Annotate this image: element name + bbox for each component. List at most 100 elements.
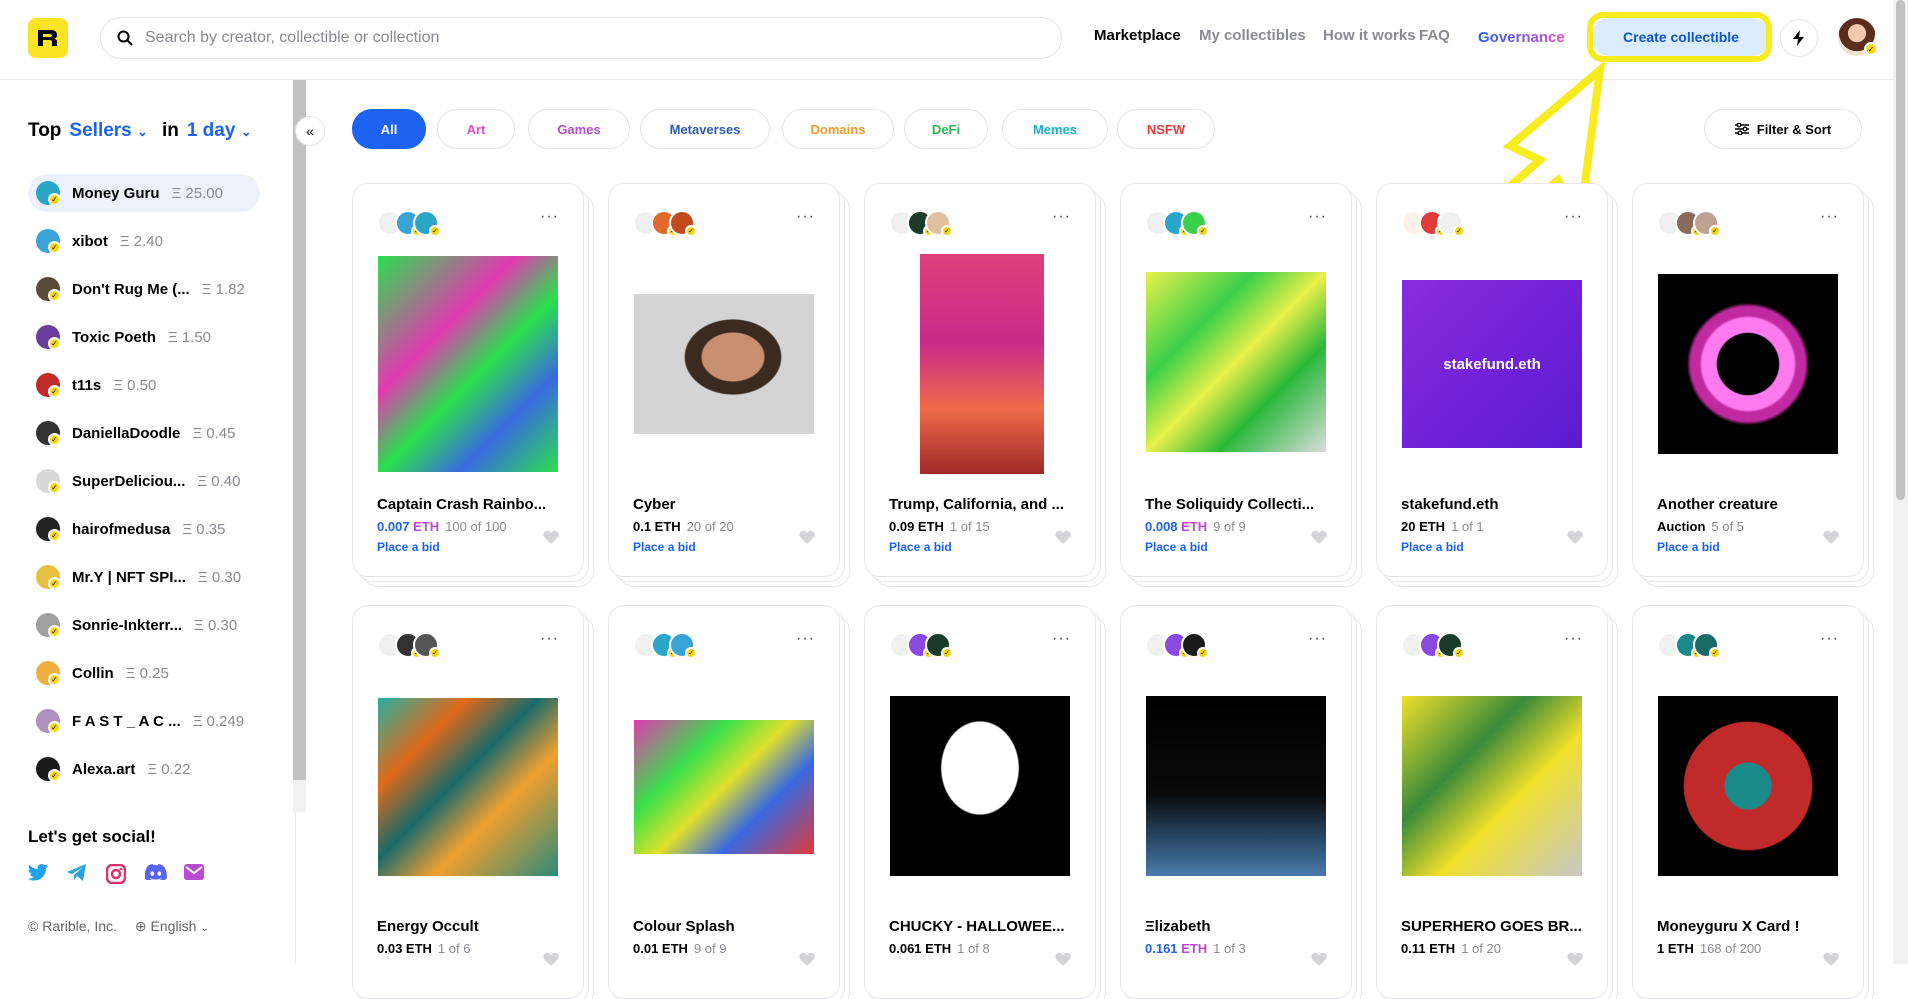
heart-icon[interactable] [1823, 530, 1839, 544]
collectible-image[interactable] [1402, 696, 1582, 876]
collectible-title[interactable]: Energy Occult [377, 918, 561, 935]
more-options-icon[interactable]: ··· [1308, 208, 1327, 226]
owner-avatar[interactable]: ✓ [925, 210, 953, 237]
collectible-title[interactable]: Cyber [633, 496, 817, 513]
collectible-title[interactable]: Moneyguru X Card ! [1657, 918, 1841, 935]
owner-avatar[interactable]: ✓ [1437, 632, 1465, 659]
collectible-card[interactable]: ✓✓ ··· Ξlizabeth 0.161 ETH 1 of 3 [1120, 605, 1352, 999]
filter-pill-all[interactable]: All [352, 109, 426, 149]
collectible-image[interactable] [378, 256, 558, 472]
collectible-title[interactable]: stakefund.eth [1401, 496, 1585, 513]
owner-avatar[interactable]: ✓ [413, 632, 441, 659]
owner-avatar[interactable]: ✓ [1437, 210, 1465, 237]
filter-pill-art[interactable]: Art [437, 109, 515, 149]
more-options-icon[interactable]: ··· [1052, 630, 1071, 648]
seller-item[interactable]: ✓ Toxic Poeth Ξ 1.50 [28, 318, 260, 356]
collectible-card[interactable]: ✓✓ ··· Energy Occult 0.03 ETH 1 of 6 [352, 605, 584, 999]
heart-icon[interactable] [1055, 530, 1071, 544]
collectible-title[interactable]: The Soliquidy Collecti... [1145, 496, 1329, 513]
seller-item[interactable]: ✓ hairofmedusa Ξ 0.35 [28, 510, 260, 548]
collectible-image[interactable] [1658, 696, 1838, 876]
seller-item[interactable]: ✓ Don't Rug Me (... Ξ 1.82 [28, 270, 260, 308]
owner-avatar[interactable]: ✓ [1693, 632, 1721, 659]
collectible-image[interactable] [634, 294, 814, 434]
language-selector[interactable]: ⊕ English ⌄ [135, 918, 209, 935]
seller-item[interactable]: ✓ xibot Ξ 2.40 [28, 222, 260, 260]
collectible-card[interactable]: ✓✓ ··· stakefund.eth stakefund.eth 20 ETH 1 o… [1376, 183, 1608, 577]
seller-item[interactable]: ✓ Alexa.art Ξ 0.22 [28, 750, 260, 788]
more-options-icon[interactable]: ··· [540, 630, 559, 648]
place-bid-link[interactable]: Place a bid [1657, 540, 1720, 554]
nav-my-collectibles[interactable]: My collectibles [1199, 27, 1306, 44]
owner-avatar[interactable]: ✓ [669, 632, 697, 659]
seller-item[interactable]: ✓ Sonrie-Inkterr... Ξ 0.30 [28, 606, 260, 644]
more-options-icon[interactable]: ··· [540, 208, 559, 226]
search-input[interactable] [145, 29, 1025, 47]
collectible-card[interactable]: ✓✓ ··· SUPERHERO GOES BR... 0.11 ETH 1 of 20 [1376, 605, 1608, 999]
seller-item[interactable]: ✓ Money Guru Ξ 25.00 [28, 174, 260, 212]
collectible-card[interactable]: ✓✓ ··· Trump, California, and ... 0.09 ETH 1… [864, 183, 1096, 577]
filter-pill-defi[interactable]: DeFi [904, 109, 988, 149]
collectible-image[interactable] [1658, 274, 1838, 454]
nav-governance[interactable]: Governance [1478, 29, 1565, 46]
nav-faq[interactable]: FAQ [1419, 27, 1450, 44]
owner-avatar[interactable]: ✓ [1693, 210, 1721, 237]
owner-avatar[interactable]: ✓ [413, 210, 441, 237]
discord-icon[interactable] [144, 864, 167, 884]
collectible-image[interactable]: stakefund.eth [1402, 280, 1582, 448]
nav-marketplace[interactable]: Marketplace [1094, 27, 1181, 44]
collectible-image[interactable] [378, 698, 558, 876]
heart-icon[interactable] [1311, 530, 1327, 544]
place-bid-link[interactable]: Place a bid [1145, 540, 1208, 554]
filter-pill-metaverses[interactable]: Metaverses [640, 109, 770, 149]
collectible-image[interactable] [1146, 272, 1326, 452]
collectible-image[interactable] [890, 696, 1070, 876]
collectible-image[interactable] [634, 720, 814, 854]
telegram-icon[interactable] [67, 864, 87, 884]
activity-button[interactable] [1780, 19, 1818, 57]
collectible-card[interactable]: ✓✓ ··· Captain Crash Rainbo... 0.007 ETH 100… [352, 183, 584, 577]
owner-avatar[interactable]: ✓ [669, 210, 697, 237]
create-collectible-button[interactable]: Create collectible [1591, 18, 1771, 56]
collectible-title[interactable]: Captain Crash Rainbo... [377, 496, 561, 513]
twitter-icon[interactable] [28, 864, 48, 884]
place-bid-link[interactable]: Place a bid [889, 540, 952, 554]
sellers-dropdown[interactable]: Sellers ⌄ [69, 120, 148, 142]
seller-item[interactable]: ✓ SuperDeliciou... Ξ 0.40 [28, 462, 260, 500]
seller-item[interactable]: ✓ DaniellaDoodle Ξ 0.45 [28, 414, 260, 452]
collectible-card[interactable]: ✓✓ ··· Moneyguru X Card ! 1 ETH 168 of 200 [1632, 605, 1864, 999]
collectible-card[interactable]: ✓✓ ··· CHUCKY - HALLOWEE... 0.061 ETH 1 of 8 [864, 605, 1096, 999]
instagram-icon[interactable] [105, 863, 127, 885]
more-options-icon[interactable]: ··· [1052, 208, 1071, 226]
owner-avatar[interactable]: ✓ [1181, 632, 1209, 659]
more-options-icon[interactable]: ··· [1820, 208, 1839, 226]
filter-pill-nsfw[interactable]: NSFW [1117, 109, 1215, 149]
seller-item[interactable]: ✓ Collin Ξ 0.25 [28, 654, 260, 692]
rarible-logo[interactable] [28, 18, 68, 58]
heart-icon[interactable] [1567, 530, 1583, 544]
seller-item[interactable]: ✓ t11s Ξ 0.50 [28, 366, 260, 404]
more-options-icon[interactable]: ··· [1564, 630, 1583, 648]
collectible-card[interactable]: ✓✓ ··· The Soliquidy Collecti... 0.008 ETH 9… [1120, 183, 1352, 577]
collectible-title[interactable]: Another creature [1657, 496, 1841, 513]
period-dropdown[interactable]: 1 day ⌄ [187, 120, 252, 142]
email-icon[interactable] [184, 864, 204, 884]
more-options-icon[interactable]: ··· [796, 630, 815, 648]
collectible-title[interactable]: Ξlizabeth [1145, 918, 1329, 935]
more-options-icon[interactable]: ··· [1308, 630, 1327, 648]
collapse-sidebar-button[interactable]: « [295, 116, 325, 146]
collectible-card[interactable]: ✓✓ ··· Cyber 0.1 ETH 20 of 20 Place a bid [608, 183, 840, 577]
seller-item[interactable]: ✓ F A S T _ A C ... Ξ 0.249 [28, 702, 260, 740]
heart-icon[interactable] [799, 530, 815, 544]
more-options-icon[interactable]: ··· [1820, 630, 1839, 648]
owner-avatar[interactable]: ✓ [1181, 210, 1209, 237]
collectible-title[interactable]: SUPERHERO GOES BR... [1401, 918, 1585, 935]
collectible-title[interactable]: Colour Splash [633, 918, 817, 935]
filter-sort-button[interactable]: Filter & Sort [1704, 109, 1862, 149]
user-avatar[interactable]: ✓ [1838, 18, 1878, 56]
more-options-icon[interactable]: ··· [1564, 208, 1583, 226]
place-bid-link[interactable]: Place a bid [1401, 540, 1464, 554]
filter-pill-games[interactable]: Games [528, 109, 630, 149]
owner-avatar[interactable]: ✓ [925, 632, 953, 659]
nav-how-it-works[interactable]: How it works [1323, 27, 1416, 44]
